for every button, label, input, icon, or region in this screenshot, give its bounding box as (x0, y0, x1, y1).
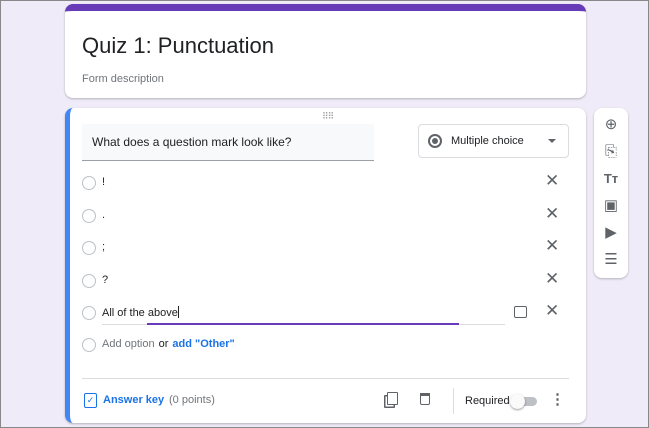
option-input[interactable]: . (102, 209, 105, 221)
radio-icon (82, 306, 96, 320)
import-questions-icon[interactable]: ⎘ (594, 139, 628, 165)
question-footer: ✓ Answer key (0 points) Required ⋮ (82, 388, 572, 418)
points-label: (0 points) (169, 394, 215, 406)
radio-icon (82, 176, 96, 190)
divider (82, 378, 569, 379)
option-input[interactable]: ! (102, 176, 105, 188)
question-input[interactable]: What does a question mark look like? (82, 124, 374, 161)
radio-icon (82, 338, 96, 352)
remove-option-close-icon[interactable]: ✕ (545, 236, 559, 256)
duplicate-icon[interactable] (387, 392, 398, 405)
radio-icon (82, 209, 96, 223)
option-row-active: All of the above ✕ (82, 301, 572, 325)
question-type-dropdown[interactable]: Multiple choice (418, 124, 569, 158)
add-section-icon[interactable]: ☰ (594, 247, 628, 273)
divider (453, 388, 454, 414)
image-icon[interactable] (514, 306, 527, 318)
answer-key-icon[interactable]: ✓ (84, 393, 97, 408)
remove-option-close-icon[interactable]: ✕ (545, 301, 559, 321)
option-input[interactable]: ; (102, 241, 105, 253)
required-label: Required (465, 395, 510, 407)
more-options-icon[interactable]: ⋮ (550, 390, 565, 408)
add-option-row: Add option or add "Other" (82, 333, 572, 357)
radio-icon (82, 274, 96, 288)
option-row: ? ✕ (82, 269, 572, 293)
answer-key-button[interactable]: Answer key (103, 394, 164, 406)
radio-icon (428, 134, 442, 148)
chevron-down-icon (548, 139, 556, 143)
side-toolbar: ⊕ ⎘ Tт ▣ ▶ ☰ (594, 108, 628, 278)
option-row: . ✕ (82, 204, 572, 228)
add-video-icon[interactable]: ▶ (594, 220, 628, 246)
add-image-icon[interactable]: ▣ (594, 193, 628, 219)
drag-handle-icon[interactable]: ⠿⠿ (322, 111, 334, 122)
form-header-card: Quiz 1: Punctuation Form description (65, 4, 586, 98)
option-input[interactable]: ? (102, 274, 108, 286)
add-title-icon[interactable]: Tт (594, 166, 628, 192)
delete-icon[interactable] (420, 393, 430, 405)
remove-option-close-icon[interactable]: ✕ (545, 204, 559, 224)
option-row: ; ✕ (82, 236, 572, 260)
add-question-icon[interactable]: ⊕ (594, 112, 628, 138)
add-option-button[interactable]: Add option (102, 338, 155, 350)
or-label: or (158, 338, 169, 350)
form-title[interactable]: Quiz 1: Punctuation (82, 33, 274, 59)
question-type-label: Multiple choice (451, 135, 524, 147)
form-description[interactable]: Form description (82, 73, 164, 85)
add-other-button[interactable]: add "Other" (172, 338, 234, 350)
option-input[interactable]: All of the above (102, 306, 179, 319)
required-toggle[interactable] (510, 394, 537, 409)
radio-icon (82, 241, 96, 255)
question-card[interactable]: ⠿⠿ What does a question mark look like? … (65, 108, 586, 423)
option-row: ! ✕ (82, 171, 572, 195)
remove-option-close-icon[interactable]: ✕ (545, 269, 559, 289)
remove-option-close-icon[interactable]: ✕ (545, 171, 559, 191)
